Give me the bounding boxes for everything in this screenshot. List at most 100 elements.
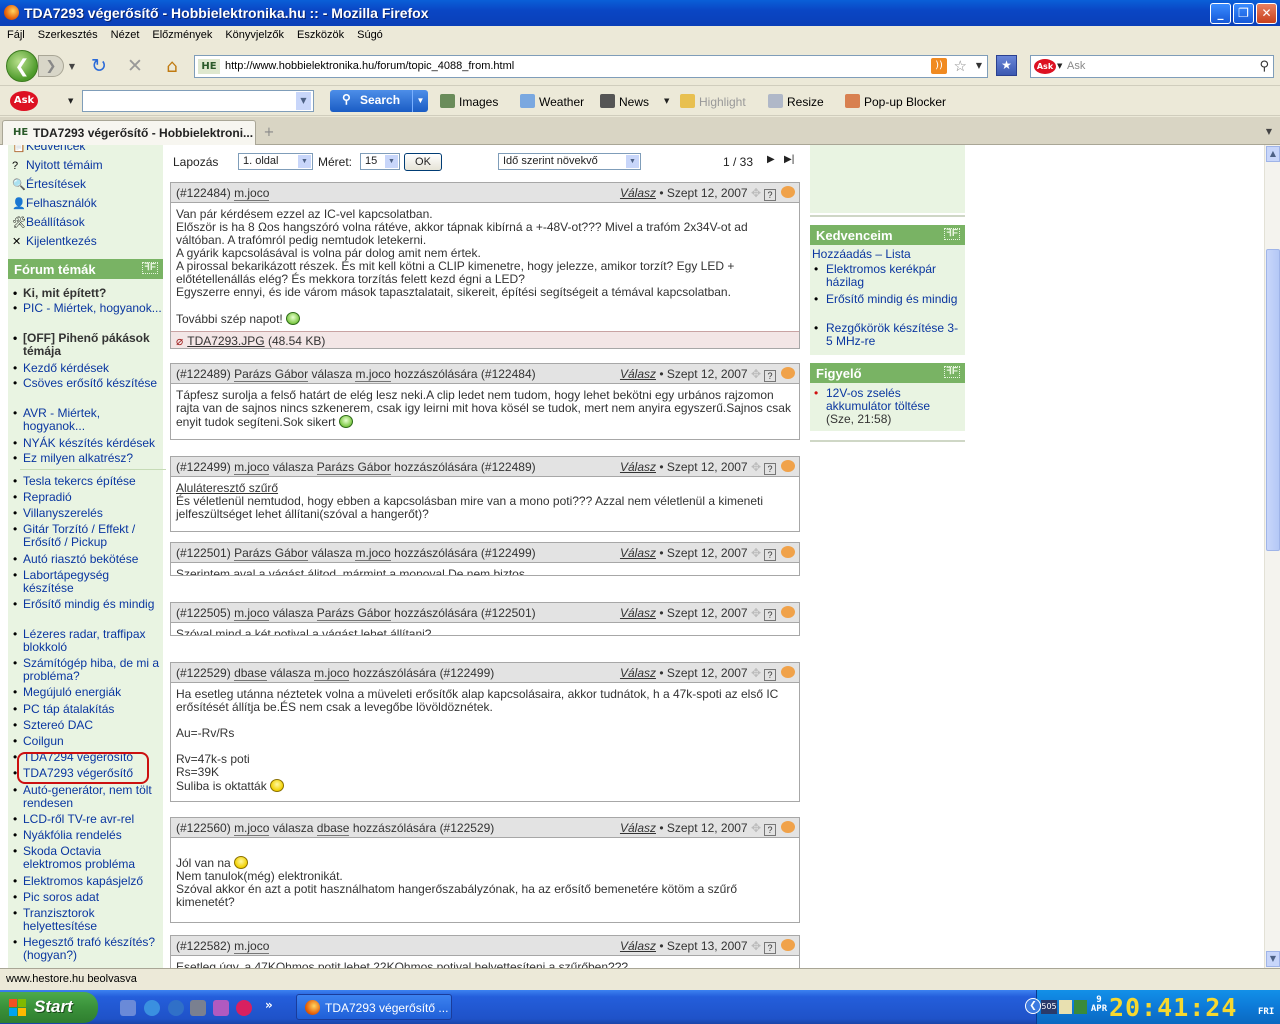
hand-icon[interactable]	[781, 546, 795, 558]
forum-topic-link[interactable]: Labortápegység készítése	[13, 569, 162, 595]
ok-button[interactable]: OK	[404, 153, 442, 171]
favorite-item[interactable]: Elektromos kerékpár házilag	[814, 263, 960, 289]
back-button[interactable]: ❮	[6, 50, 38, 82]
nav-favorites[interactable]: 📋Kedvencek	[12, 145, 85, 153]
collapse-icon[interactable]: ꟻF	[944, 228, 960, 240]
window-titlebar[interactable]: TDA7293 végerősítő - Hobbielektronika.hu…	[0, 0, 1280, 26]
reply-link[interactable]: Válasz	[620, 546, 656, 560]
reply-link[interactable]: Válasz	[620, 821, 656, 835]
menu-tools[interactable]: Eszközök	[290, 26, 350, 41]
forum-topic-link[interactable]: Tranzisztorok helyettesítése	[13, 907, 162, 933]
new-tab-button[interactable]: +	[258, 123, 280, 143]
help-icon[interactable]: ?	[764, 189, 776, 201]
tray-expand-icon[interactable]: ❮	[1025, 998, 1041, 1014]
ask-menu-dropdown-icon[interactable]: ▼	[68, 97, 73, 105]
post-author-link[interactable]: m.joco	[234, 606, 270, 621]
forum-topic-link[interactable]: Elektromos kapásjelző	[13, 875, 162, 889]
url-dropdown-icon[interactable]: ▼	[976, 61, 982, 70]
reply-to-author-link[interactable]: m.joco	[355, 367, 391, 382]
rating-icon[interactable]: ✥	[748, 460, 761, 474]
toolbar-search-input[interactable]: ▼	[82, 90, 314, 112]
hand-icon[interactable]	[781, 460, 795, 472]
home-icon[interactable]: ⌂	[160, 55, 184, 77]
menu-history[interactable]: Előzmények	[145, 26, 218, 41]
close-button[interactable]: ✕	[1256, 3, 1277, 24]
taskbar-firefox-item[interactable]: TDA7293 végerősítő ...	[296, 994, 452, 1020]
forum-topic-link[interactable]: LCD-ről TV-re avr-rel	[13, 813, 162, 827]
help-icon[interactable]: ?	[764, 669, 776, 681]
forum-topic-link[interactable]: [OFF] Pihenő pákások témája	[13, 332, 162, 358]
forum-topic-link[interactable]: Erősítő mindig és mindig	[13, 598, 162, 612]
menu-view[interactable]: Nézet	[104, 26, 146, 41]
forum-topic-link[interactable]: Ez milyen alkatrész?	[13, 452, 162, 466]
reply-to-author-link[interactable]: Parázs Gábor	[316, 460, 391, 475]
help-icon[interactable]: ?	[764, 370, 776, 382]
reply-link[interactable]: Válasz	[620, 666, 656, 680]
images-button[interactable]: Images	[440, 94, 498, 109]
favorite-item[interactable]: Erősítő mindig és mindig	[814, 293, 960, 307]
scroll-down-icon[interactable]: ▼	[1266, 951, 1280, 967]
hand-icon[interactable]	[781, 186, 795, 198]
forum-topic-link[interactable]: Pic soros adat	[13, 891, 162, 905]
hand-icon[interactable]	[781, 666, 795, 678]
forum-topic-link[interactable]: NYÁK készítés kérdések	[13, 437, 162, 451]
toolbar-input-dropdown-icon[interactable]: ▼	[296, 92, 311, 110]
forum-topic-link[interactable]: Coilgun	[13, 735, 162, 749]
quicklaunch-icon[interactable]	[168, 1000, 184, 1016]
help-icon[interactable]: ?	[764, 942, 776, 954]
engine-dropdown-icon[interactable]: ▼	[1057, 62, 1062, 70]
forum-topic-link[interactable]: Kezdő kérdések	[13, 362, 162, 376]
forward-button[interactable]: ❯	[38, 55, 64, 77]
tab-list-dropdown-icon[interactable]: ▼	[1261, 123, 1277, 141]
more-quicklaunch-icon[interactable]: »	[265, 998, 273, 1012]
favorite-item[interactable]: Rezgőkörök készítése 3-5 MHz-re	[814, 322, 960, 348]
rating-icon[interactable]: ✥	[748, 666, 761, 680]
forum-topic-link[interactable]: Ki, mit épített?	[13, 287, 162, 301]
forum-topic-link[interactable]: Autó-generátor, nem tölt rendesen	[13, 784, 162, 810]
reply-link[interactable]: Válasz	[620, 939, 656, 953]
forum-topic-link[interactable]: Sztereó DAC	[13, 719, 162, 733]
next-page-icon[interactable]: ▶	[767, 154, 775, 165]
help-icon[interactable]: ?	[764, 609, 776, 621]
rating-icon[interactable]: ✥	[748, 939, 761, 953]
rating-icon[interactable]: ✥	[748, 821, 761, 835]
reply-to-author-link[interactable]: Parázs Gábor	[316, 606, 391, 621]
reply-to-author-link[interactable]: m.joco	[355, 546, 391, 561]
tray-clock[interactable]: 20:41:24	[1109, 993, 1237, 1022]
post-author-link[interactable]: Parázs Gábor	[234, 546, 309, 561]
news-button[interactable]: News	[600, 94, 649, 109]
quicklaunch-icon[interactable]	[236, 1000, 252, 1016]
forum-topic-link[interactable]: Lézeres radar, traffipax blokkoló	[13, 628, 162, 654]
help-icon[interactable]: ?	[764, 549, 776, 561]
nav-users[interactable]: 👤Felhasználók	[12, 196, 97, 210]
stop-icon[interactable]: ✕	[124, 55, 146, 77]
start-button[interactable]: Start	[0, 992, 98, 1023]
reply-link[interactable]: Válasz	[620, 460, 656, 474]
nav-open-topics[interactable]: ? Nyitott témáim	[12, 158, 103, 172]
rating-icon[interactable]: ✥	[748, 367, 761, 381]
forum-topic-link[interactable]: Repradió	[13, 491, 162, 505]
highlight-button[interactable]: Highlight	[680, 94, 746, 109]
hand-icon[interactable]	[781, 821, 795, 833]
popup-blocker-button[interactable]: Pop-up Blocker	[845, 94, 946, 109]
collapse-icon[interactable]: ꟻF	[944, 366, 960, 378]
scrollbar-thumb[interactable]	[1266, 249, 1280, 551]
forum-topic-link[interactable]: Gitár Torzító / Effekt / Erősítő / Picku…	[13, 523, 162, 549]
collapse-icon[interactable]: ꟻF	[142, 262, 158, 274]
help-icon[interactable]: ?	[764, 824, 776, 836]
rating-icon[interactable]: ✥	[748, 186, 761, 200]
search-dropdown-icon[interactable]: ▼	[412, 90, 428, 112]
forum-topic-link[interactable]: Megújuló energiák	[13, 686, 162, 700]
bookmarks-star-button[interactable]: ★	[996, 55, 1017, 76]
hand-icon[interactable]	[781, 939, 795, 951]
resize-button[interactable]: Resize	[768, 94, 824, 109]
minimize-button[interactable]: _	[1210, 3, 1231, 24]
menu-bookmarks[interactable]: Könyvjelzők	[218, 26, 290, 41]
reply-link[interactable]: Válasz	[620, 186, 656, 200]
magnifier-icon[interactable]: ⚲	[1259, 59, 1269, 74]
nav-logout[interactable]: ✕ Kijelentkezés	[12, 234, 97, 248]
attachment-link[interactable]: TDA7293.JPG	[187, 334, 264, 348]
favorites-add-list-link[interactable]: Hozzáadás – Lista	[812, 247, 911, 261]
post-author-link[interactable]: m.joco	[234, 460, 270, 475]
forum-topic-link[interactable]: Skoda Octavia elektromos probléma	[13, 845, 162, 871]
